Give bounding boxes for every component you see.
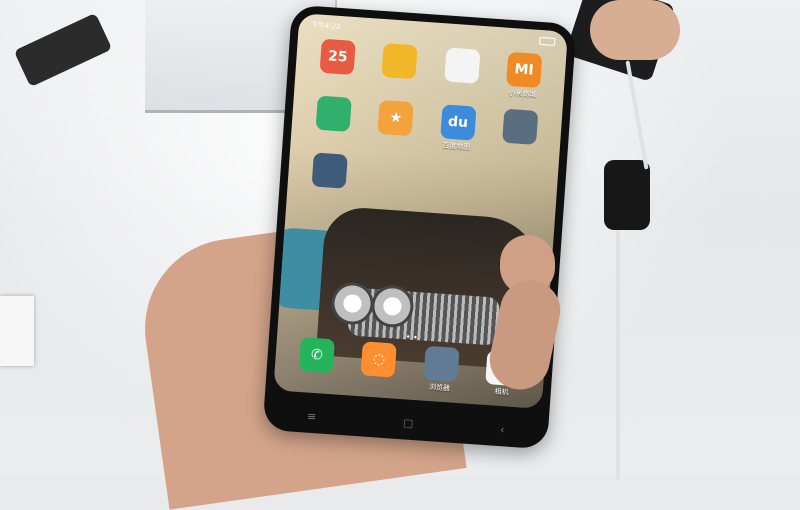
browser-icon [422, 345, 460, 382]
app-label [518, 146, 519, 155]
calendar-icon: 25 [319, 38, 356, 76]
mi-store-icon: MI [505, 51, 543, 89]
app-label: 相机 [494, 387, 509, 397]
app-label [398, 80, 399, 89]
home-app-grid: 25 MI 小米商城 ★ du 百度地图 [297, 38, 556, 214]
app-label [332, 133, 333, 142]
battery-icon [538, 36, 556, 47]
phone-icon: ✆ [298, 337, 336, 374]
folder-icon [501, 108, 539, 145]
status-time: 下午4:22 [310, 20, 341, 31]
security-cable [616, 230, 620, 480]
mi-home-icon [315, 95, 352, 132]
app-mi-home[interactable] [301, 95, 366, 144]
star-app-icon: ★ [377, 99, 415, 137]
folder-2-icon [311, 152, 348, 189]
baidu-maps-icon: du [439, 104, 477, 141]
app-label [328, 190, 329, 199]
app-folder-2[interactable] [297, 151, 362, 200]
app-mi-store[interactable]: MI 小米商城 [491, 51, 556, 100]
messages-icon: ◌ [360, 341, 398, 378]
security-sensor [604, 160, 650, 230]
app-messages[interactable]: ◌ [360, 341, 398, 388]
app-baidu-maps[interactable]: du 百度地图 [425, 103, 490, 152]
app-label [315, 374, 316, 383]
app-phone[interactable]: ✆ [298, 337, 336, 384]
app-folder[interactable] [487, 108, 552, 157]
app-label [377, 378, 378, 387]
app-star-app[interactable]: ★ [363, 99, 428, 148]
app-label: 小米商城 [508, 88, 537, 99]
app-store-icon [443, 47, 481, 84]
app-label [460, 85, 461, 94]
app-browser[interactable]: 浏览器 [422, 345, 460, 393]
home-button[interactable]: ▢ [403, 416, 414, 430]
background-hand [590, 0, 680, 60]
notes-icon [381, 43, 419, 80]
product-box [0, 296, 34, 366]
app-app-store[interactable] [429, 46, 494, 95]
app-label [394, 137, 395, 146]
app-label: 百度地图 [442, 141, 471, 152]
menu-button[interactable]: ≡ [307, 410, 317, 424]
app-label [336, 76, 337, 85]
app-calendar[interactable]: 25 [305, 38, 370, 87]
back-button[interactable]: ‹ [500, 423, 505, 436]
app-notes[interactable] [367, 42, 432, 91]
app-label: 浏览器 [428, 383, 451, 393]
